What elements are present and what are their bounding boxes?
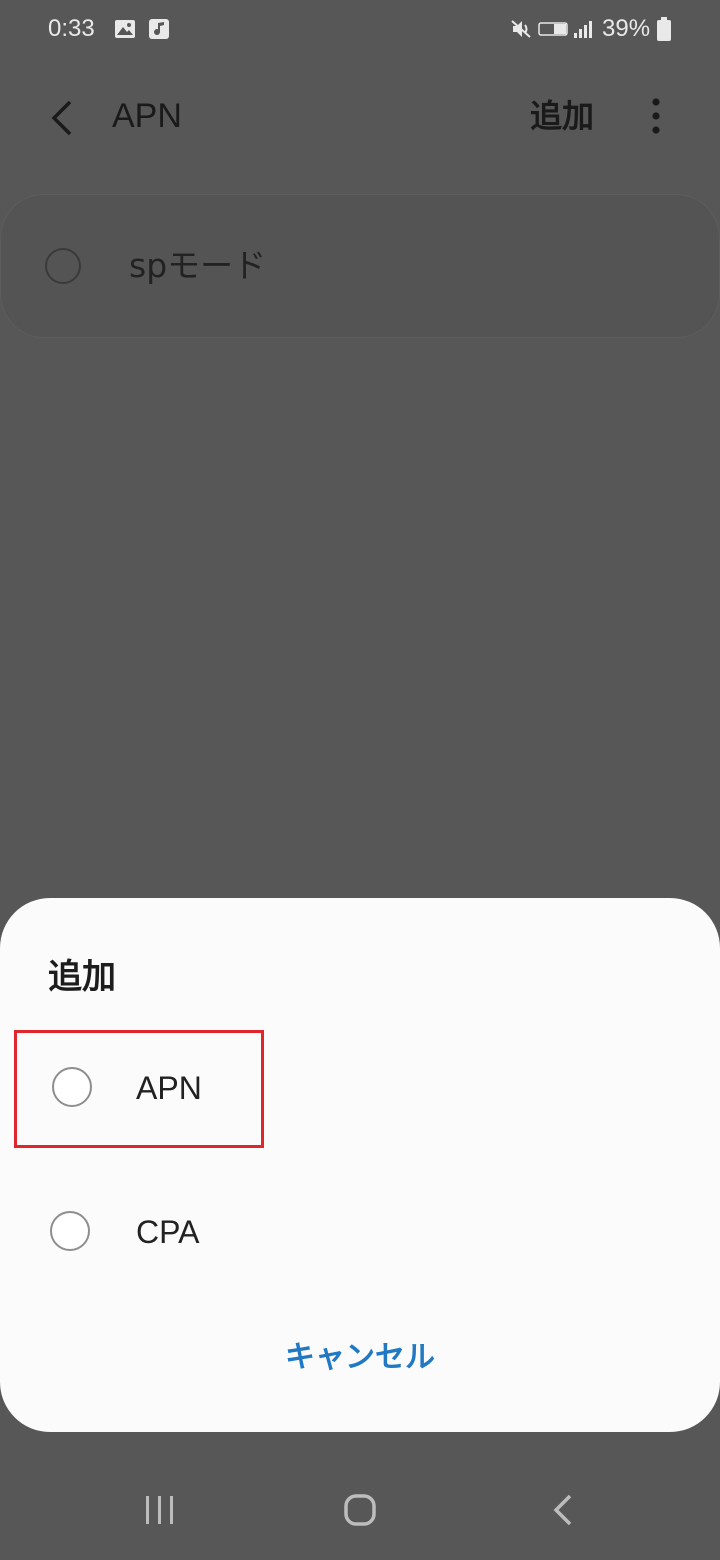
- more-vert-icon: [652, 98, 660, 134]
- nav-back-button[interactable]: [534, 1480, 594, 1540]
- page-title: APN: [112, 97, 182, 135]
- option-apn-radio[interactable]: [52, 1067, 92, 1107]
- status-bar: 0:33 39%: [0, 0, 720, 60]
- cancel-button[interactable]: キャンセル: [0, 1318, 720, 1398]
- option-cpa-label: CPA: [136, 1214, 200, 1250]
- recent-apps-button[interactable]: [130, 1480, 190, 1540]
- home-icon: [344, 1494, 376, 1526]
- chevron-left-icon: [51, 100, 72, 136]
- signal-icon: [574, 21, 592, 38]
- option-apn-label: APN: [136, 1070, 202, 1106]
- option-cpa[interactable]: CPA: [14, 1174, 264, 1292]
- status-time: 0:33: [48, 15, 95, 42]
- navigation-bar: [0, 1460, 720, 1560]
- apn-list-item[interactable]: spモード: [0, 194, 720, 338]
- apn-radio-button[interactable]: [45, 248, 81, 284]
- option-cpa-radio[interactable]: [50, 1211, 90, 1251]
- recent-apps-icon: [146, 1496, 173, 1524]
- battery-icon: [657, 17, 671, 41]
- battery-percentage: 39%: [602, 15, 651, 42]
- add-dialog: 追加 APN CPA キャンセル: [0, 898, 720, 1432]
- back-button[interactable]: [36, 90, 92, 146]
- more-options-button[interactable]: [636, 92, 676, 140]
- app-bar: APN 追加: [0, 70, 720, 162]
- add-button[interactable]: 追加: [530, 92, 594, 140]
- dialog-title: 追加: [48, 957, 116, 997]
- volte-icon: [538, 22, 568, 36]
- music-icon: [149, 19, 169, 39]
- mute-icon: [511, 20, 531, 38]
- home-button[interactable]: [330, 1480, 390, 1540]
- gallery-icon: [115, 20, 135, 38]
- back-icon: [553, 1494, 572, 1526]
- apn-name: spモード: [129, 246, 267, 285]
- option-apn[interactable]: APN: [14, 1030, 264, 1148]
